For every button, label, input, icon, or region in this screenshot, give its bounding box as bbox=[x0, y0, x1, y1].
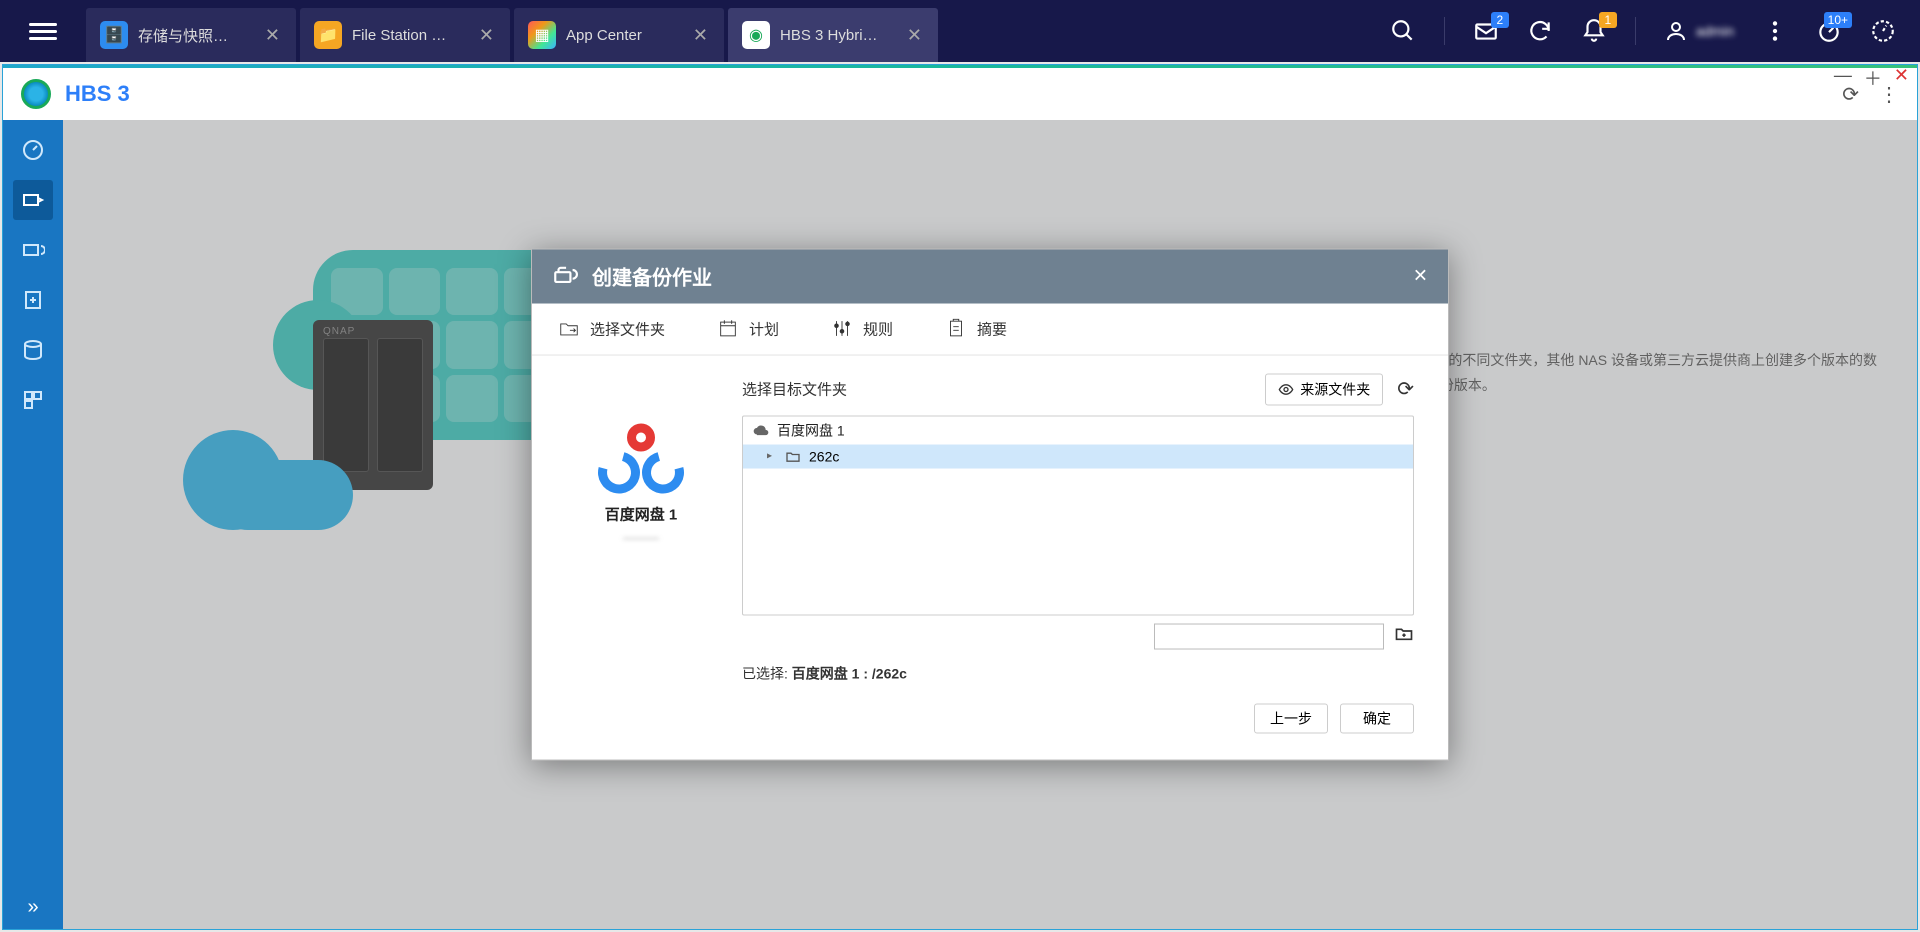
sidebar-expand-icon[interactable]: » bbox=[27, 896, 38, 919]
sidebar-item-jobs[interactable] bbox=[13, 380, 53, 420]
taskbar-tab-hbs3[interactable]: ◉ HBS 3 Hybri… ✕ bbox=[728, 8, 938, 62]
dashboard-icon[interactable]: 10+ bbox=[1816, 18, 1842, 44]
app-sidebar: » bbox=[3, 120, 63, 929]
system-tray: 2 1 admin 10+ bbox=[1390, 0, 1920, 62]
system-taskbar: 🗄️ 存储与快照… ✕ 📁 File Station … ✕ ▦ App Cen… bbox=[0, 0, 1920, 62]
eye-icon bbox=[1278, 381, 1294, 397]
hbs-logo-icon bbox=[21, 79, 51, 109]
tree-root[interactable]: 百度网盘 1 bbox=[743, 416, 1413, 444]
sidebar-item-sync[interactable] bbox=[13, 230, 53, 270]
account-detail: ——— bbox=[566, 530, 716, 544]
new-folder-icon[interactable] bbox=[1394, 624, 1414, 649]
close-icon[interactable]: ✕ bbox=[477, 25, 496, 46]
selected-path: 已选择: 百度网盘 1 : /262c bbox=[742, 663, 1414, 683]
main-menu-button[interactable] bbox=[18, 0, 68, 62]
source-folder-button[interactable]: 来源文件夹 bbox=[1265, 373, 1383, 405]
grid-icon: ▦ bbox=[528, 21, 556, 49]
step-summary[interactable]: 摘要 bbox=[937, 314, 1015, 344]
create-backup-modal: 创建备份作业 ✕ 选择文件夹 计划 bbox=[531, 248, 1449, 760]
step-rules[interactable]: 规则 bbox=[823, 314, 901, 344]
cloud-icon bbox=[753, 422, 769, 438]
step-select-folder[interactable]: 选择文件夹 bbox=[550, 314, 673, 344]
app-title: HBS 3 bbox=[65, 81, 130, 107]
destination-heading: 选择目标文件夹 bbox=[742, 379, 1251, 400]
refresh-icon[interactable]: ⟳ bbox=[1842, 82, 1859, 107]
refresh-icon[interactable]: ⟳ bbox=[1397, 377, 1414, 402]
close-icon[interactable]: ✕ bbox=[1413, 266, 1428, 287]
sidebar-item-overview[interactable] bbox=[13, 130, 53, 170]
close-icon[interactable]: ✕ bbox=[263, 25, 282, 46]
destination-account: 百度网盘 1 ——— bbox=[566, 373, 716, 733]
gauge-icon[interactable] bbox=[1870, 18, 1896, 44]
kebab-icon[interactable]: ⋮ bbox=[1879, 82, 1899, 107]
bell-icon[interactable]: 1 bbox=[1581, 18, 1607, 44]
storage-icon: 🗄️ bbox=[100, 21, 128, 49]
modal-title: 创建备份作业 bbox=[592, 262, 712, 291]
sync-icon[interactable] bbox=[1527, 18, 1553, 44]
folder-icon: 📁 bbox=[314, 21, 342, 49]
folder-tree[interactable]: 百度网盘 1 ▸ 262c bbox=[742, 415, 1414, 615]
sidebar-item-storage[interactable] bbox=[13, 330, 53, 370]
hbs-icon: ◉ bbox=[742, 21, 770, 49]
close-icon[interactable]: ✕ bbox=[905, 25, 924, 46]
close-icon[interactable]: ✕ bbox=[691, 25, 710, 46]
step-schedule[interactable]: 计划 bbox=[709, 314, 787, 344]
ok-button[interactable]: 确定 bbox=[1340, 703, 1414, 733]
taskbar-tab-appcenter[interactable]: ▦ App Center ✕ bbox=[514, 8, 724, 62]
path-input[interactable] bbox=[1154, 623, 1384, 649]
folder-icon bbox=[785, 448, 801, 464]
sidebar-item-restore[interactable] bbox=[13, 280, 53, 320]
tree-item-262c[interactable]: ▸ 262c bbox=[743, 444, 1413, 468]
sliders-icon bbox=[831, 318, 853, 340]
content-area: AS 的不同文件夹，其他 NAS 设备或第三方云提供商上创建多个版本的数 备份版… bbox=[63, 120, 1917, 929]
taskbar-tab-filestation[interactable]: 📁 File Station … ✕ bbox=[300, 8, 510, 62]
folder-move-icon bbox=[558, 318, 580, 340]
mail-icon[interactable]: 2 bbox=[1473, 18, 1499, 44]
chevron-right-icon[interactable]: ▸ bbox=[767, 451, 777, 462]
taskbar-tab-storage[interactable]: 🗄️ 存储与快照… ✕ bbox=[86, 8, 296, 62]
baidu-pan-icon bbox=[598, 423, 684, 493]
prev-button[interactable]: 上一步 bbox=[1254, 703, 1328, 733]
search-icon[interactable] bbox=[1390, 18, 1416, 44]
account-name: 百度网盘 1 bbox=[566, 503, 716, 524]
clipboard-icon bbox=[945, 318, 967, 340]
more-icon[interactable] bbox=[1762, 18, 1788, 44]
wizard-steps: 选择文件夹 计划 规则 摘要 bbox=[532, 303, 1448, 355]
taskbar-tabs: 🗄️ 存储与快照… ✕ 📁 File Station … ✕ ▦ App Cen… bbox=[86, 0, 938, 62]
calendar-icon bbox=[717, 318, 739, 340]
modal-header: 创建备份作业 ✕ bbox=[532, 249, 1448, 303]
sidebar-item-backup[interactable] bbox=[13, 180, 53, 220]
app-header: HBS 3 ⟳ ⋮ bbox=[3, 68, 1917, 120]
backup-icon bbox=[552, 263, 578, 289]
user-menu[interactable]: admin bbox=[1664, 19, 1734, 43]
hbs3-window: — ＋ ✕ HBS 3 ⟳ ⋮ » bbox=[2, 64, 1918, 930]
